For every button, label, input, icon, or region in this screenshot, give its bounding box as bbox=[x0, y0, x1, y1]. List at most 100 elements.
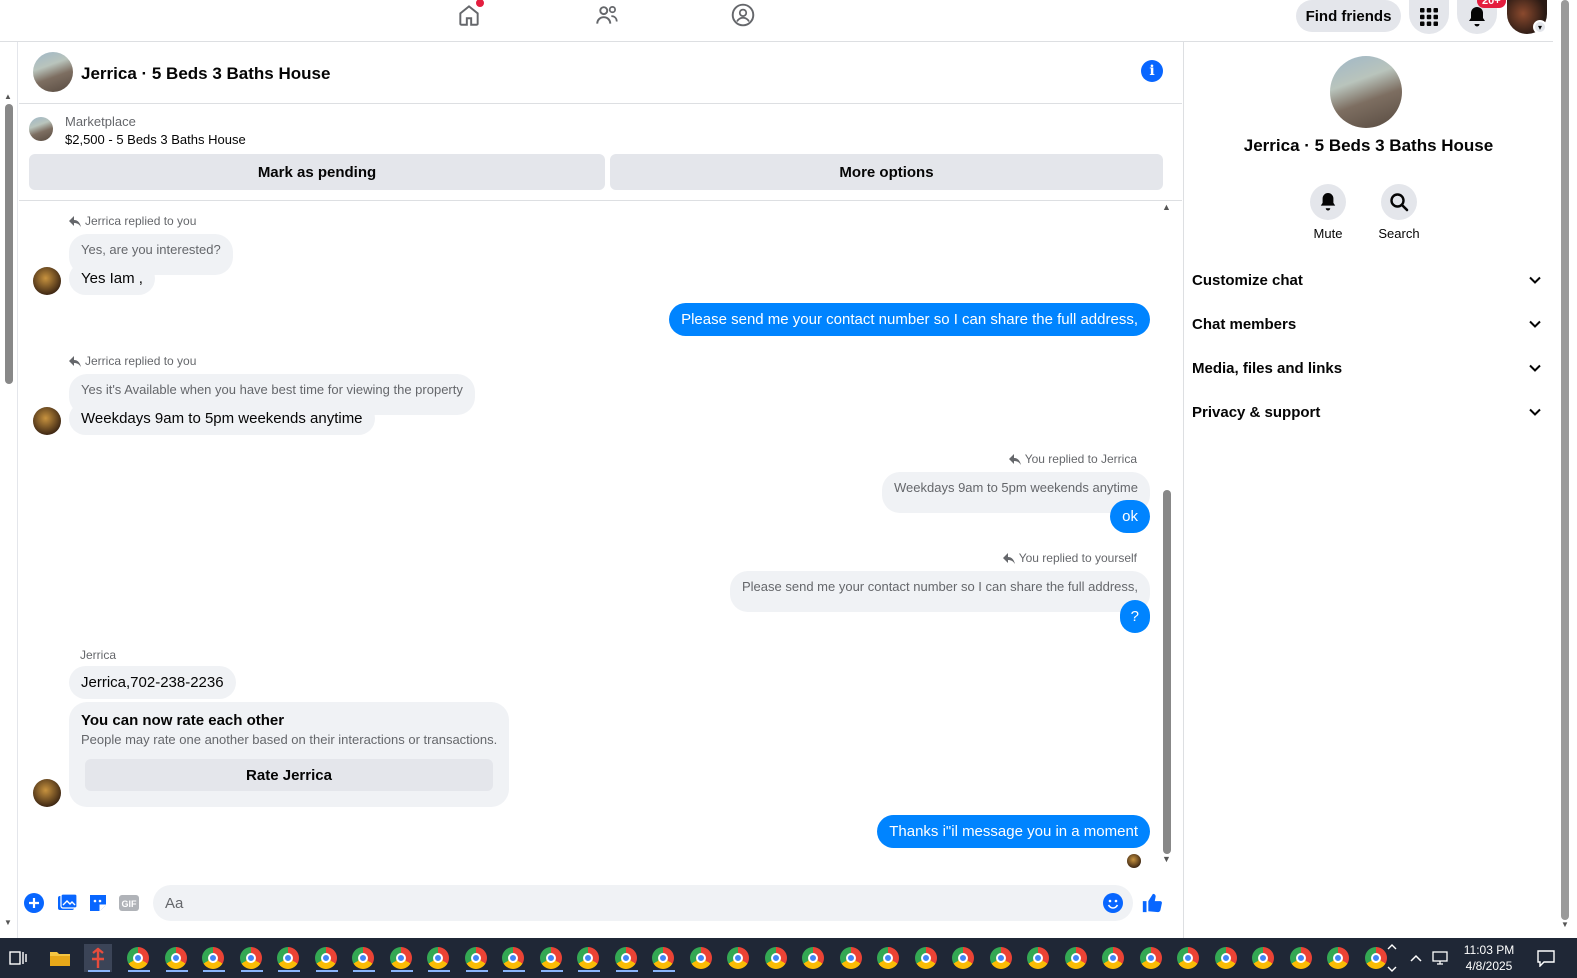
chat-members-section[interactable]: Chat members bbox=[1192, 304, 1542, 344]
chrome-window-icon[interactable] bbox=[237, 944, 265, 972]
chrome-window-icon[interactable] bbox=[612, 944, 640, 972]
chrome-window-icon[interactable] bbox=[987, 944, 1015, 972]
chrome-window-icon[interactable] bbox=[1099, 944, 1127, 972]
chrome-window-icon[interactable] bbox=[124, 944, 152, 972]
incoming-message[interactable]: Weekdays 9am to 5pm weekends anytime bbox=[69, 402, 375, 435]
taskbar-scroll-icon[interactable] bbox=[1384, 938, 1400, 978]
chrome-window-icon[interactable] bbox=[874, 944, 902, 972]
info-icon[interactable]: i bbox=[1141, 60, 1163, 82]
quoted-message[interactable]: Please send me your contact number so I … bbox=[730, 571, 1150, 612]
page-scrollbar-thumb[interactable] bbox=[5, 104, 13, 384]
emoji-icon[interactable] bbox=[1102, 892, 1124, 914]
chrome-window-icon[interactable] bbox=[949, 944, 977, 972]
message-scrollbar[interactable]: ▲ ▼ bbox=[1160, 202, 1174, 870]
sticker-icon[interactable] bbox=[87, 892, 109, 914]
chrome-window-icon[interactable] bbox=[1024, 944, 1052, 972]
system-clock[interactable]: 11:03 PM 4/8/2025 bbox=[1456, 942, 1522, 974]
pinned-app-icon[interactable] bbox=[84, 944, 112, 972]
contact-avatar[interactable] bbox=[33, 779, 61, 807]
incoming-message[interactable]: Yes Iam , bbox=[69, 262, 155, 295]
chrome-window-icon[interactable] bbox=[574, 944, 602, 972]
chrome-window-icon[interactable] bbox=[799, 944, 827, 972]
find-friends-button[interactable]: Find friends bbox=[1296, 0, 1401, 32]
gif-icon[interactable]: GIF bbox=[118, 892, 140, 914]
message-input[interactable] bbox=[153, 885, 1133, 921]
rate-jerrica-button[interactable]: Rate Jerrica bbox=[85, 759, 493, 791]
window-scroll-down-icon[interactable]: ▼ bbox=[1561, 920, 1569, 929]
window-scrollbar[interactable]: ▼ bbox=[1553, 0, 1577, 938]
friends-icon[interactable] bbox=[592, 0, 622, 30]
chrome-window-icon[interactable] bbox=[762, 944, 790, 972]
chrome-window-icon[interactable] bbox=[462, 944, 490, 972]
chrome-window-icon[interactable] bbox=[1249, 944, 1277, 972]
more-options-button[interactable]: More options bbox=[610, 154, 1163, 190]
groups-icon[interactable] bbox=[728, 0, 758, 30]
outgoing-message[interactable]: ? bbox=[1119, 600, 1150, 633]
network-icon[interactable] bbox=[1426, 944, 1454, 972]
search-label: Search bbox=[1378, 226, 1420, 241]
chrome-window-icon[interactable] bbox=[199, 944, 227, 972]
chrome-window-icon[interactable] bbox=[162, 944, 190, 972]
thumbs-up-icon[interactable] bbox=[1141, 892, 1163, 914]
scroll-up-arrow-icon[interactable]: ▲ bbox=[4, 92, 12, 101]
chrome-window-icon[interactable] bbox=[1174, 944, 1202, 972]
outgoing-message[interactable]: Thanks i"il message you in a moment bbox=[877, 815, 1150, 848]
chrome-window-icon[interactable] bbox=[312, 944, 340, 972]
mute-action[interactable]: Mute bbox=[1298, 184, 1358, 241]
message-scrollbar-thumb[interactable] bbox=[1163, 490, 1171, 854]
notification-center-icon[interactable] bbox=[1532, 944, 1560, 972]
window-scrollbar-thumb[interactable] bbox=[1561, 0, 1569, 920]
outgoing-message[interactable]: Please send me your contact number so I … bbox=[669, 303, 1150, 336]
chrome-window-icon[interactable] bbox=[837, 944, 865, 972]
quoted-message[interactable]: Weekdays 9am to 5pm weekends anytime bbox=[882, 472, 1150, 513]
search-action[interactable]: Search bbox=[1369, 184, 1429, 241]
chrome-window-icon[interactable] bbox=[724, 944, 752, 972]
media-files-links-section[interactable]: Media, files and links bbox=[1192, 348, 1542, 388]
reply-header: You replied to yourself bbox=[1002, 551, 1137, 565]
page-scrollbar[interactable]: ▲ ▼ bbox=[0, 42, 18, 938]
incoming-message[interactable]: Jerrica,702-238-2236 bbox=[69, 666, 236, 699]
chrome-window-icon[interactable] bbox=[687, 944, 715, 972]
account-chevron-icon[interactable]: ▾ bbox=[1533, 20, 1547, 34]
chrome-window-icon[interactable] bbox=[499, 944, 527, 972]
chrome-logo-icon bbox=[427, 947, 449, 969]
search-icon[interactable] bbox=[1381, 184, 1417, 220]
file-explorer-icon[interactable] bbox=[46, 944, 74, 972]
chrome-window-icon[interactable] bbox=[1212, 944, 1240, 972]
scroll-down-arrow-icon[interactable]: ▼ bbox=[4, 918, 12, 927]
chrome-window-icon[interactable] bbox=[649, 944, 677, 972]
section-label: Chat members bbox=[1192, 315, 1297, 333]
listing-thumbnail[interactable] bbox=[33, 52, 73, 92]
bell-icon[interactable] bbox=[1310, 184, 1346, 220]
outgoing-message[interactable]: ok bbox=[1110, 500, 1150, 533]
chrome-window-icon[interactable] bbox=[274, 944, 302, 972]
contact-avatar[interactable] bbox=[33, 407, 61, 435]
reply-arrow-icon bbox=[69, 355, 81, 367]
message-scroll-down-icon[interactable]: ▼ bbox=[1162, 854, 1171, 864]
listing-small-thumbnail[interactable] bbox=[29, 117, 53, 141]
plus-circle-icon[interactable] bbox=[23, 892, 45, 914]
task-view-icon[interactable] bbox=[4, 944, 32, 972]
customize-chat-section[interactable]: Customize chat bbox=[1192, 260, 1542, 300]
message-scroll-up-icon[interactable]: ▲ bbox=[1162, 202, 1171, 212]
photo-icon[interactable] bbox=[56, 892, 78, 914]
notifications-button[interactable]: 20+ bbox=[1457, 0, 1506, 34]
chrome-window-icon[interactable] bbox=[912, 944, 940, 972]
chrome-window-icon[interactable] bbox=[1062, 944, 1090, 972]
chrome-window-icon[interactable] bbox=[424, 944, 452, 972]
mark-as-pending-button[interactable]: Mark as pending bbox=[29, 154, 605, 190]
contact-avatar[interactable] bbox=[33, 267, 61, 295]
listing-price-title[interactable]: $2,500 - 5 Beds 3 Baths House bbox=[65, 132, 246, 147]
chrome-window-icon[interactable] bbox=[1137, 944, 1165, 972]
chrome-window-icon[interactable] bbox=[1287, 944, 1315, 972]
privacy-support-section[interactable]: Privacy & support bbox=[1192, 392, 1542, 432]
chrome-window-icon[interactable] bbox=[349, 944, 377, 972]
chrome-window-icon[interactable] bbox=[537, 944, 565, 972]
active-indicator bbox=[88, 970, 110, 972]
chrome-window-icon[interactable] bbox=[387, 944, 415, 972]
apps-grid-button[interactable] bbox=[1409, 0, 1449, 34]
chrome-window-icon[interactable] bbox=[1324, 944, 1352, 972]
chat-title[interactable]: Jerrica · 5 Beds 3 Baths House bbox=[81, 64, 330, 84]
conversation-photo[interactable] bbox=[1330, 56, 1402, 128]
home-icon[interactable] bbox=[454, 0, 484, 30]
